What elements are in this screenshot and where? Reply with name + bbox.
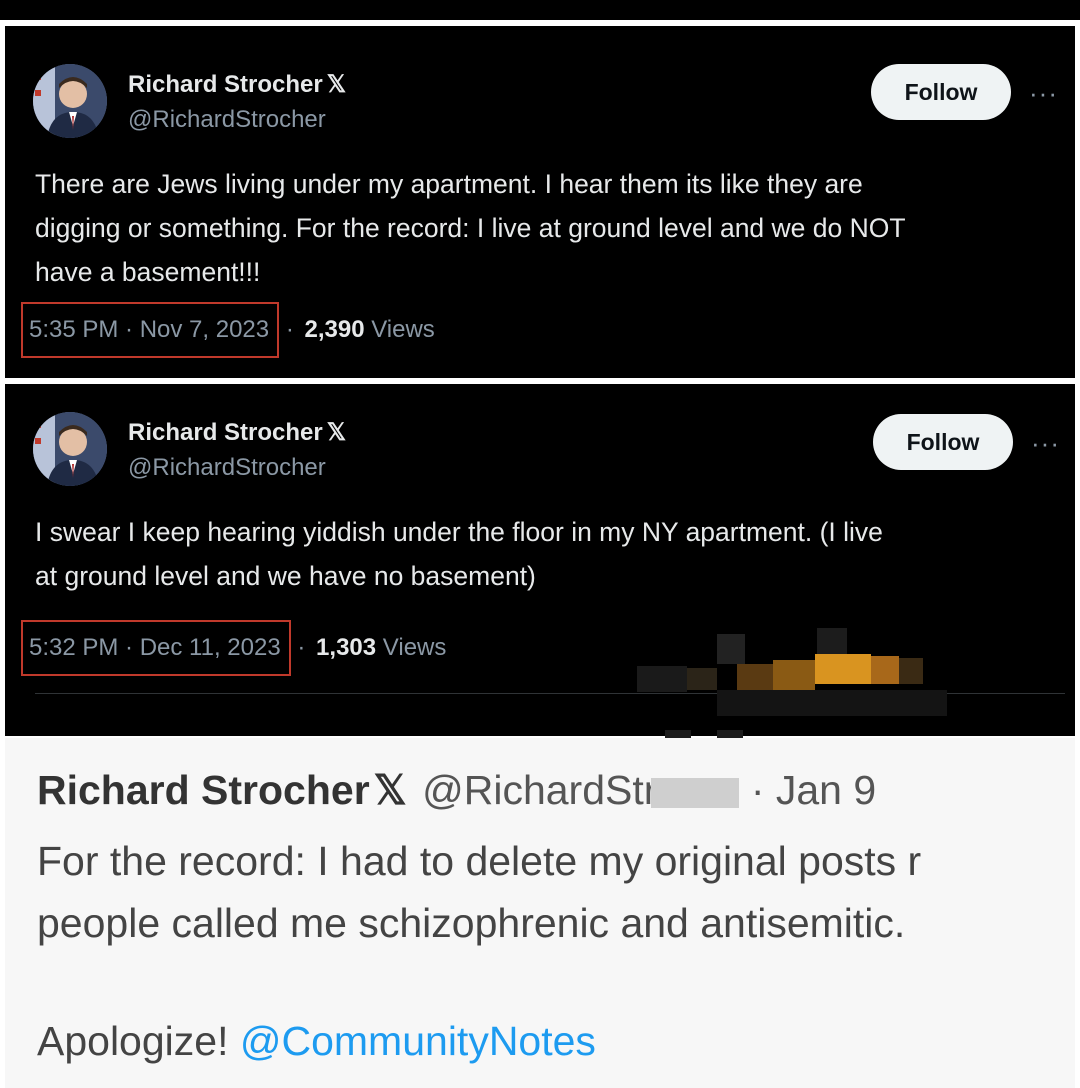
views-label: Views	[382, 634, 447, 661]
tweet-text-line: There are Jews living under my apartment…	[35, 169, 863, 199]
censor-pixel	[687, 668, 717, 690]
censor-pixel	[717, 634, 745, 664]
reply-header: Richard Strocher𝕏 @RichardStr · Jan 9	[37, 766, 876, 814]
x-verified-icon: 𝕏	[373, 767, 407, 813]
tweet-text-line: digging or something. For the record: I …	[35, 213, 906, 243]
author-name-text: Richard Strocher	[128, 71, 323, 98]
censor-pixel	[815, 654, 871, 684]
views-count: 2,390	[304, 316, 365, 343]
top-black-strip	[0, 0, 1080, 20]
reply-post[interactable]: Richard Strocher𝕏 @RichardStr · Jan 9 Fo…	[5, 738, 1075, 1088]
censor-pixel	[737, 664, 773, 690]
views-count: 1,303	[316, 634, 377, 661]
timestamp-link[interactable]: 5:35 PM · Nov 7, 2023	[21, 302, 280, 358]
tweet-text: There are Jews living under my apartment…	[35, 162, 1065, 294]
avatar[interactable]	[33, 412, 107, 486]
tweet-text: I swear I keep hearing yiddish under the…	[35, 510, 1065, 598]
tweet-meta: 5:35 PM · Nov 7, 2023 · 2,390 Views	[21, 302, 435, 358]
author-name[interactable]: Richard Strocher 𝕏	[128, 70, 346, 99]
author-handle[interactable]: @RichardStrocher	[128, 454, 326, 482]
follow-button[interactable]: Follow	[873, 414, 1013, 470]
reply-author-name[interactable]: Richard Strocher	[37, 767, 370, 813]
mention-link[interactable]: @CommunityNotes	[240, 1018, 596, 1064]
reply-text-line: people called me schizophrenic and antis…	[37, 900, 906, 946]
censor-pixel	[899, 658, 923, 684]
x-verified-icon: 𝕏	[326, 419, 347, 446]
tweet-card[interactable]: Richard Strocher 𝕏 @RichardStrocher Follo…	[5, 26, 1075, 378]
tweet-meta: 5:32 PM · Dec 11, 2023 · 1,303 Views	[21, 620, 447, 676]
timestamp-link[interactable]: 5:32 PM · Dec 11, 2023	[21, 620, 291, 676]
author-handle[interactable]: @RichardStrocher	[128, 106, 326, 134]
reply-text-line: For the record: I had to delete my origi…	[37, 838, 922, 884]
more-options-icon[interactable]: ···	[1029, 78, 1058, 109]
censor-pixel	[817, 628, 847, 654]
author-name[interactable]: Richard Strocher 𝕏	[128, 418, 346, 447]
avatar[interactable]	[33, 64, 107, 138]
x-verified-icon: 𝕏	[326, 71, 347, 98]
tweet-text-line: at ground level and we have no basement)	[35, 561, 536, 591]
author-name-text: Richard Strocher	[128, 419, 323, 446]
tweet-text-line: have a basement!!!	[35, 257, 261, 287]
reply-text-final: Apologize! @CommunityNotes	[37, 1018, 596, 1065]
follow-button[interactable]: Follow	[871, 64, 1011, 120]
tweet-text-line: I swear I keep hearing yiddish under the…	[35, 517, 883, 547]
meta-separator: ·	[297, 634, 306, 661]
censor-pixel	[637, 666, 687, 692]
more-options-icon[interactable]: ···	[1031, 428, 1060, 459]
censor-pixel	[717, 690, 947, 716]
meta-separator: ·	[285, 316, 294, 343]
reply-date: · Jan 9	[750, 767, 877, 813]
reply-text: For the record: I had to delete my origi…	[37, 830, 921, 954]
reply-handle[interactable]: @RichardStr	[422, 767, 657, 813]
tweet-card[interactable]: Richard Strocher 𝕏 @RichardStrocher Follo…	[5, 384, 1075, 740]
censor-pixel	[773, 660, 815, 690]
views-label: Views	[371, 316, 435, 343]
censor-pixel	[871, 656, 899, 684]
reply-text-apologize: Apologize!	[37, 1018, 229, 1064]
redaction-block	[651, 778, 740, 809]
